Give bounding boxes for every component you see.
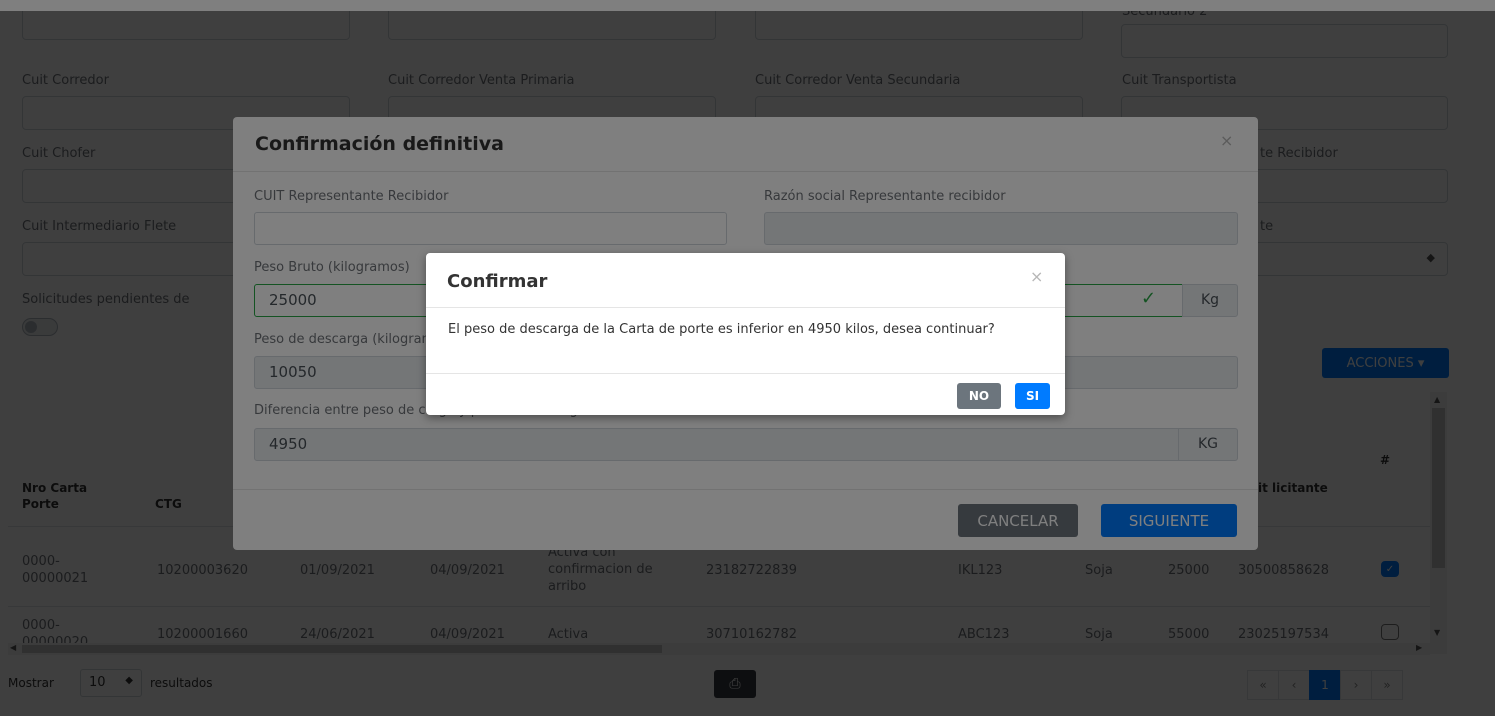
si-button[interactable]: SI [1015,383,1050,409]
no-button[interactable]: NO [957,383,1001,409]
dialog-message: El peso de descarga de la Carta de porte… [448,322,995,337]
close-icon[interactable]: × [1030,267,1043,286]
confirmar-dialog: Confirmar × El peso de descarga de la Ca… [426,253,1065,415]
dialog-header: Confirmar × [426,253,1065,308]
dialog-title: Confirmar [447,271,548,292]
